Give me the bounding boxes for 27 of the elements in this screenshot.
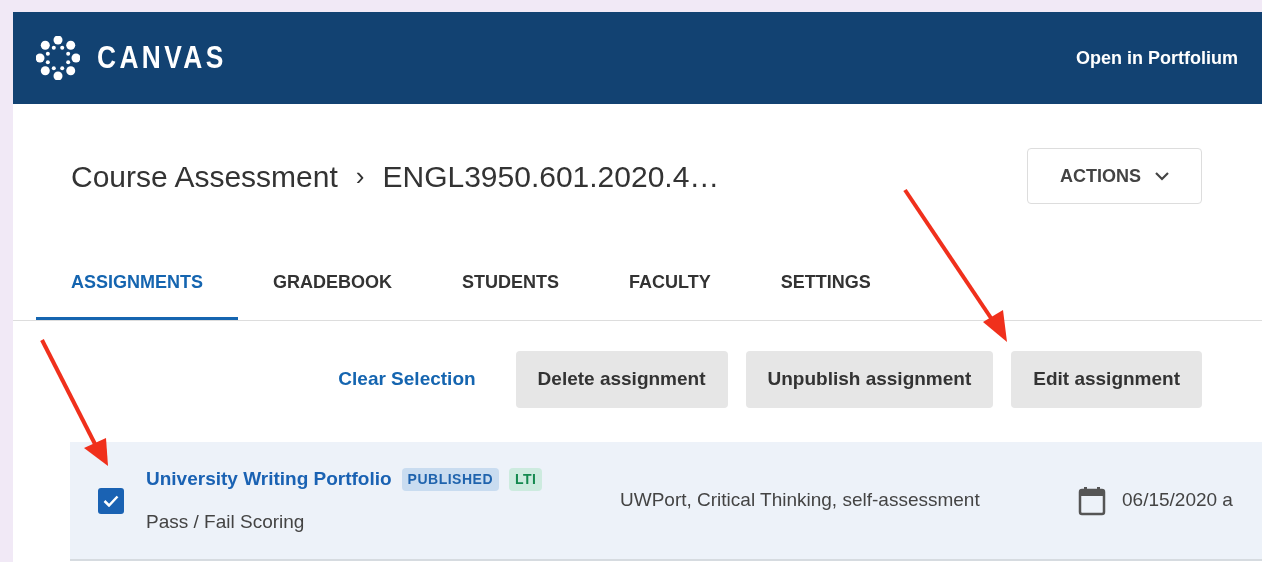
check-icon xyxy=(103,494,119,507)
portfolium-link[interactable]: Open in Portfolium xyxy=(1076,44,1238,72)
toolbar-button[interactable]: Delete assignment xyxy=(515,351,728,408)
toolbar-button[interactable]: Unpublish assignment xyxy=(745,351,994,408)
tab[interactable]: FACULTY xyxy=(594,262,746,320)
badge: LTI xyxy=(509,467,543,491)
course-title: ENGL3950.601.2020.4… xyxy=(382,158,720,195)
chevron-down-icon xyxy=(1155,171,1169,181)
logo-text: CANVAS xyxy=(97,38,227,77)
assignment-row[interactable]: University Writing Portfolio PUBLISHED LTI Pass / Fail Scoring UWPort, Critical Thinking, self-assessment 06/15/2020 a xyxy=(70,442,1262,561)
breadcrumb-separator: › xyxy=(355,159,365,193)
outcome-tags: UWPort, Critical Thinking, self-assessment xyxy=(620,486,1078,515)
breadcrumb-link[interactable]: Course Assessment xyxy=(71,153,338,199)
scoring-text: Pass / Fail Scoring xyxy=(146,509,306,534)
logo-icon xyxy=(36,36,80,80)
calendar-icon xyxy=(1078,485,1106,516)
tab[interactable]: SETTINGS xyxy=(745,262,906,320)
checkbox[interactable] xyxy=(98,487,124,514)
assignment-title-link[interactable]: University Writing Portfolio xyxy=(146,465,392,494)
badge: PUBLISHED xyxy=(401,467,499,491)
due-date: 06/15/2020 a xyxy=(1122,488,1233,513)
toolbar-button[interactable]: Edit assignment xyxy=(1011,351,1202,408)
tab[interactable]: STUDENTS xyxy=(427,262,595,320)
tab[interactable]: GRADEBOOK xyxy=(238,262,428,320)
actions-button[interactable]: ACTIONS xyxy=(1027,148,1202,204)
clear-selection-link[interactable]: Clear Selection xyxy=(338,365,476,394)
tab[interactable]: ASSIGNMENTS xyxy=(36,262,238,320)
